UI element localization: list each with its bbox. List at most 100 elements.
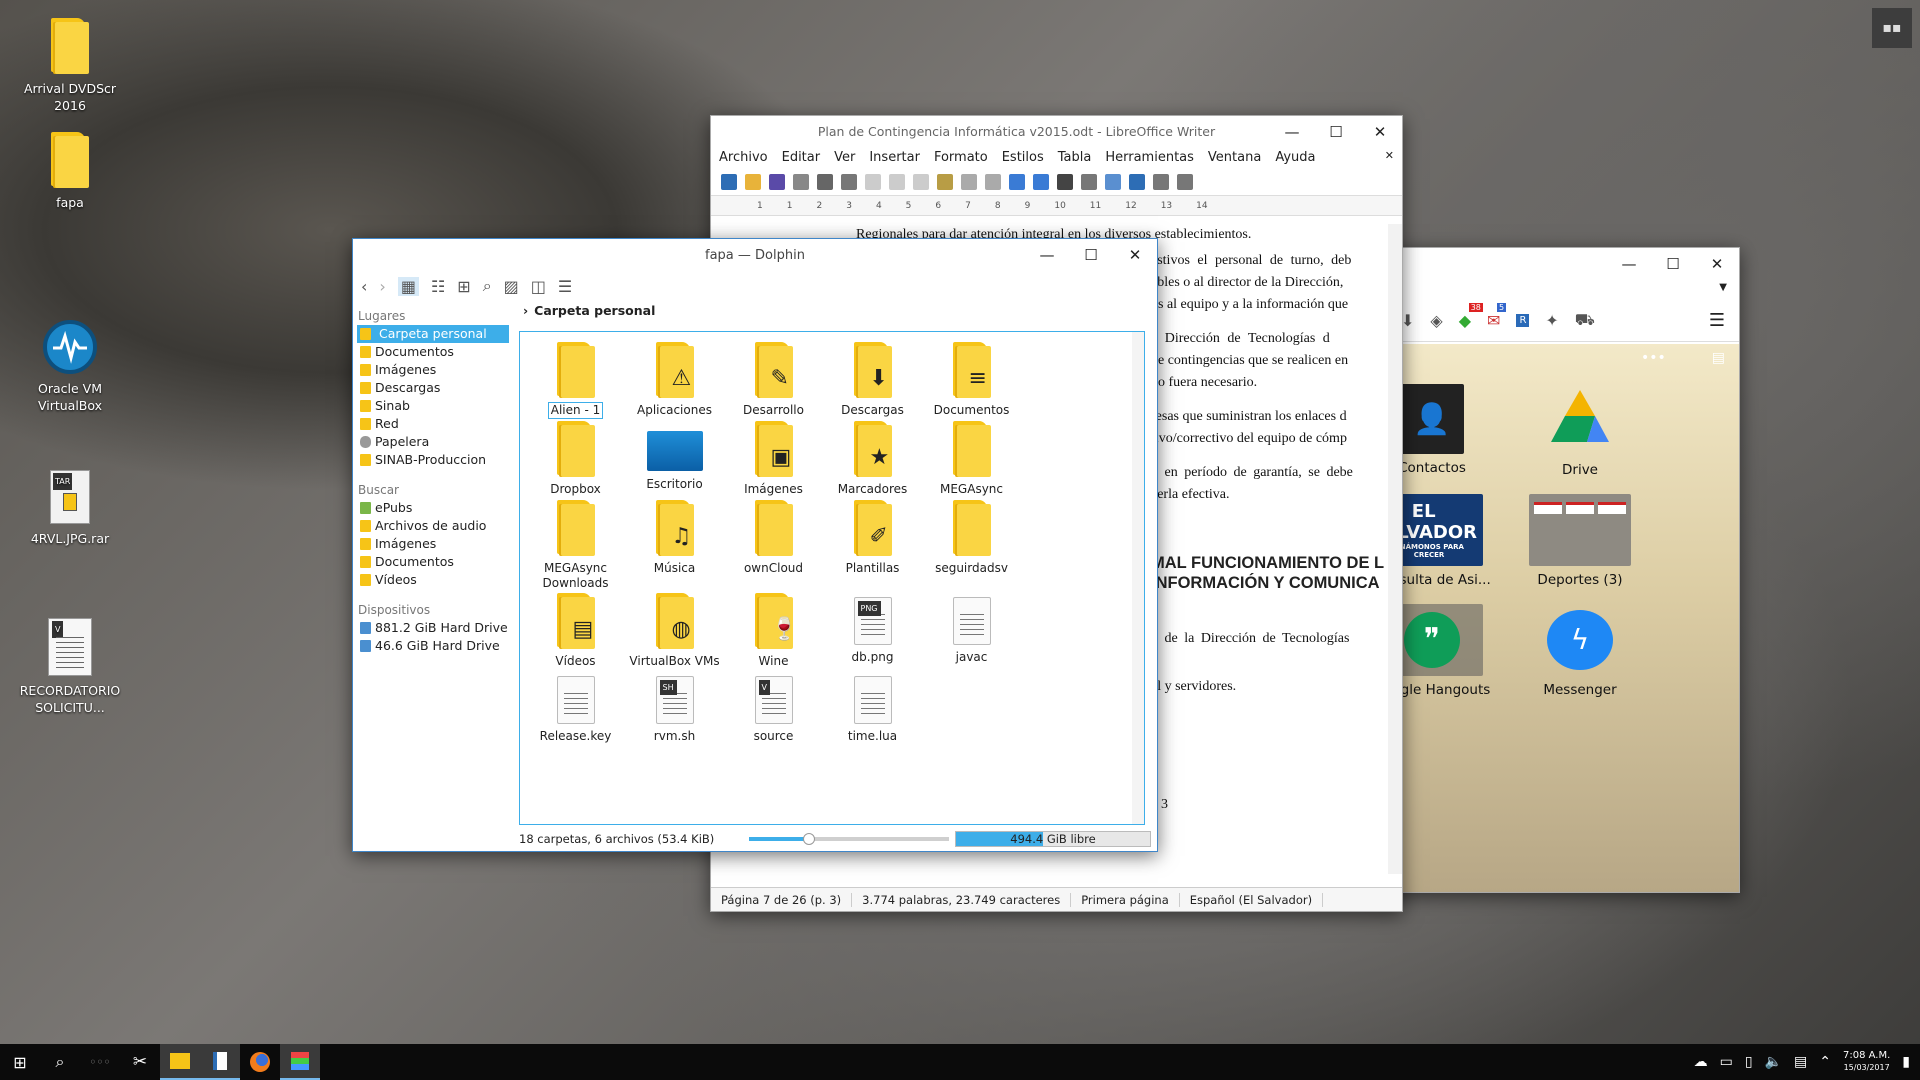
list-icon[interactable]: ▤ — [1712, 350, 1725, 366]
r-extension-icon[interactable]: R — [1516, 314, 1530, 327]
file-item[interactable]: ▤ Vídeos — [526, 589, 625, 668]
search-epubs[interactable]: ePubs — [353, 499, 513, 517]
taskbar-app-dolphin[interactable] — [160, 1044, 200, 1080]
gmail-icon[interactable]: ✉ 5 — [1487, 303, 1507, 330]
task-view-button[interactable]: ◦◦◦ — [80, 1044, 120, 1080]
textbox-icon[interactable] — [1153, 173, 1169, 190]
chevron-up-icon[interactable]: ⌃ — [1819, 1054, 1831, 1070]
tile-drive[interactable]: Drive — [1515, 384, 1645, 478]
formatting-marks-icon[interactable] — [1057, 173, 1073, 190]
page-indicator[interactable]: Página 7 de 26 (p. 3) — [711, 892, 853, 907]
file-item[interactable]: SH rvm.sh — [625, 668, 724, 747]
menu-ver[interactable]: Ver — [834, 150, 855, 165]
file-item[interactable]: Dropbox — [526, 417, 625, 496]
back-arrow-icon[interactable]: ‹ — [361, 277, 367, 296]
file-view[interactable]: Alien - 1 ⚠ Aplicaciones ✎ Desarrollo ⬇ Descar… — [519, 331, 1145, 825]
split-view-icon[interactable]: ◫ — [531, 277, 546, 296]
file-view-scrollbar[interactable] — [1132, 332, 1144, 824]
hamburger-menu-icon[interactable]: ☰ — [1709, 310, 1725, 331]
file-item[interactable]: ★ Marcadores — [823, 417, 922, 496]
close-button[interactable]: ✕ — [1358, 116, 1402, 148]
language-indicator[interactable]: Español (El Salvador) — [1180, 892, 1324, 907]
desktop-icon-recordatorio[interactable]: V RECORDATORIO SOLICITU... — [18, 618, 122, 716]
place-red[interactable]: Red — [353, 415, 513, 433]
details-view-icon[interactable]: ⊞ — [457, 277, 470, 296]
file-item[interactable]: ✐ Plantillas — [823, 496, 922, 575]
menu-insertar[interactable]: Insertar — [869, 150, 920, 165]
pocket-icon[interactable]: ◈ — [1430, 311, 1442, 330]
redo-icon[interactable] — [985, 173, 1001, 190]
file-item[interactable]: ≡ Documentos — [922, 338, 1021, 417]
find-replace-icon[interactable] — [1009, 173, 1025, 190]
undo-icon[interactable] — [961, 173, 977, 190]
desktop-icon-fapa[interactable]: fapa — [18, 132, 122, 211]
file-item[interactable]: ▣ Imágenes — [724, 417, 823, 496]
place-imagenes[interactable]: Imágenes — [353, 361, 513, 379]
breadcrumb[interactable]: › Carpeta personal — [519, 303, 1149, 321]
search-audio[interactable]: Archivos de audio — [353, 517, 513, 535]
page-break-icon[interactable] — [1177, 173, 1193, 190]
close-button[interactable]: ✕ — [1113, 239, 1157, 271]
tile-deportes[interactable]: Deportes (3) — [1515, 494, 1645, 588]
file-item[interactable]: ⚠ Aplicaciones — [625, 338, 724, 417]
device-881[interactable]: 881.2 GiB Hard Drive — [353, 619, 513, 637]
minimize-button[interactable]: — — [1025, 239, 1069, 271]
menu-archivo[interactable]: Archivo — [719, 150, 768, 165]
file-item[interactable]: Alien - 1 — [526, 338, 625, 419]
battery-icon[interactable]: ▯ — [1745, 1054, 1753, 1070]
minimize-button[interactable]: — — [1607, 248, 1651, 280]
clock[interactable]: 7:08 A.M. 15/03/2017 — [1843, 1050, 1890, 1074]
new-document-icon[interactable] — [721, 173, 737, 190]
tile-messenger[interactable]: ϟ Messenger — [1515, 604, 1645, 698]
file-item[interactable]: MEGAsync — [922, 417, 1021, 496]
maximize-button[interactable]: ☐ — [1314, 116, 1358, 148]
copy-icon[interactable] — [889, 173, 905, 190]
file-item[interactable]: javac — [922, 589, 1021, 668]
place-sinab-produccion[interactable]: SINAB-Produccion — [353, 451, 513, 469]
taskbar-app-tools[interactable]: ✂ — [120, 1044, 160, 1080]
file-item[interactable]: ✎ Desarrollo — [724, 338, 823, 417]
icons-view-icon[interactable]: ▦ — [397, 276, 419, 296]
action-center-icon[interactable]: ▮ — [1902, 1054, 1910, 1070]
close-button[interactable]: ✕ — [1695, 248, 1739, 280]
extension-icon[interactable]: ◆ 38 — [1459, 303, 1483, 330]
compact-view-icon[interactable]: ☷ — [431, 277, 445, 296]
document-scrollbar[interactable] — [1388, 224, 1402, 874]
taskbar-app-firefox[interactable] — [240, 1044, 280, 1080]
place-papelera[interactable]: Papelera — [353, 433, 513, 451]
file-item[interactable]: ♫ Música — [625, 496, 724, 575]
cut-icon[interactable] — [865, 173, 881, 190]
word-count[interactable]: 3.774 palabras, 23.749 caracteres — [852, 892, 1072, 907]
file-item[interactable]: time.lua — [823, 668, 922, 747]
print-icon[interactable] — [817, 173, 833, 190]
file-item[interactable]: MEGAsync Downloads — [526, 496, 625, 590]
clone-formatting-icon[interactable] — [937, 173, 953, 190]
image-icon[interactable] — [1105, 173, 1121, 190]
desktop-icon-virtualbox[interactable]: Oracle VM VirtualBox — [18, 320, 122, 414]
place-documentos[interactable]: Documentos — [353, 343, 513, 361]
desktop-icon-arrival[interactable]: Arrival DVDScr 2016 — [18, 18, 122, 114]
maximize-button[interactable]: ☐ — [1069, 239, 1113, 271]
menu-editar[interactable]: Editar — [782, 150, 821, 165]
file-item[interactable]: Release.key — [526, 668, 625, 747]
device-46[interactable]: 46.6 GiB Hard Drive — [353, 637, 513, 655]
menu-herramientas[interactable]: Herramientas — [1105, 150, 1194, 165]
place-descargas[interactable]: Descargas — [353, 379, 513, 397]
control-menu-icon[interactable]: ☰ — [558, 277, 572, 296]
volume-icon[interactable]: 🔈 — [1765, 1054, 1782, 1070]
menu-tabla[interactable]: Tabla — [1058, 150, 1092, 165]
more-options-icon[interactable]: ••• — [1641, 350, 1666, 366]
menu-formato[interactable]: Formato — [934, 150, 988, 165]
paste-icon[interactable] — [913, 173, 929, 190]
file-item[interactable]: 🍷 Wine — [724, 589, 823, 668]
close-document-icon[interactable]: ✕ — [1385, 149, 1394, 162]
chevron-down-icon[interactable]: ▼ — [1719, 282, 1727, 293]
search-button[interactable]: ⌕ — [40, 1044, 80, 1080]
open-folder-icon[interactable] — [745, 173, 761, 190]
file-item[interactable]: seguirdadsv — [922, 496, 1021, 575]
widget-menu-button[interactable]: ▪▪ — [1872, 8, 1912, 48]
print-preview-icon[interactable] — [841, 173, 857, 190]
desktop-icon-rar[interactable]: TAR 4RVL.JPG.rar — [18, 470, 122, 547]
file-item[interactable]: PNG db.png — [823, 589, 922, 668]
minimize-button[interactable]: — — [1270, 116, 1314, 148]
